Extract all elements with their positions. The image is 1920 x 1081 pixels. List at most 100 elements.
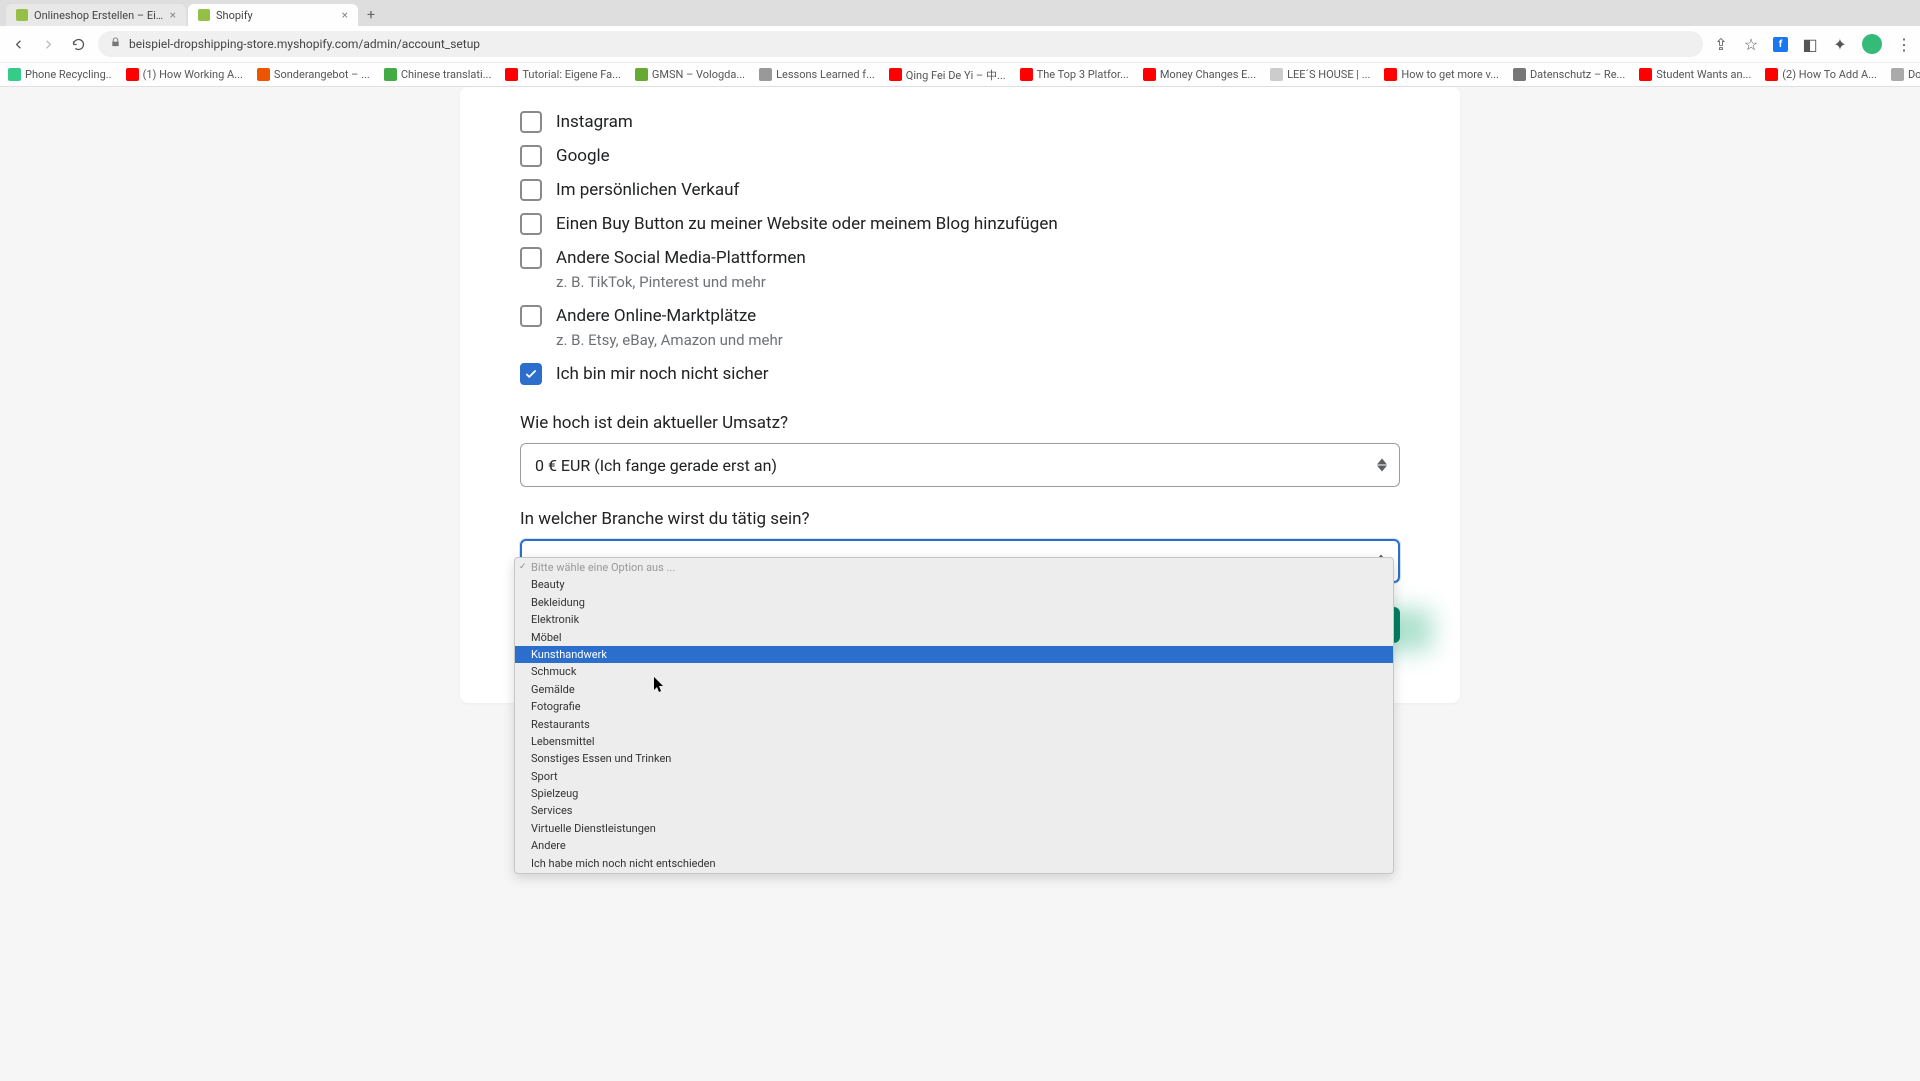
page-body: Instagram GoogleIm persönlichen Verkauf Ei… bbox=[0, 87, 1920, 1081]
bookmark-label: The Top 3 Platfor... bbox=[1037, 68, 1129, 81]
revenue-label: Wie hoch ist dein aktueller Umsatz? bbox=[520, 413, 1400, 433]
industry-label: In welcher Branche wirst du tätig sein? bbox=[520, 509, 1400, 529]
bookmark-item[interactable]: Lessons Learned f... bbox=[759, 68, 875, 81]
checkbox-row[interactable]: Einen Buy Button zu meiner Website oder … bbox=[520, 207, 1400, 241]
dropdown-option[interactable]: Lebensmittel bbox=[515, 733, 1393, 750]
dropdown-option[interactable]: Andere bbox=[515, 837, 1393, 854]
bookmark-favicon-icon bbox=[1891, 68, 1904, 81]
bookmark-item[interactable]: GMSN – Vologda... bbox=[635, 68, 745, 81]
dropdown-option[interactable]: Sport bbox=[515, 768, 1393, 785]
checkbox-sublabel: z. B. TikTok, Pinterest und mehr bbox=[556, 273, 1400, 291]
bookmark-item[interactable]: Tutorial: Eigene Fa... bbox=[505, 68, 621, 81]
bookmark-item[interactable]: LEE´S HOUSE | ... bbox=[1270, 68, 1370, 81]
extension-icon[interactable]: ◧ bbox=[1802, 36, 1818, 52]
dropdown-option[interactable]: Kunsthandwerk bbox=[515, 646, 1393, 663]
dropdown-option[interactable]: Spielzeug bbox=[515, 785, 1393, 802]
bookmark-favicon-icon bbox=[1384, 68, 1397, 81]
forward-button[interactable] bbox=[38, 34, 58, 54]
checkbox-box[interactable] bbox=[520, 305, 542, 327]
bookmark-favicon-icon bbox=[1270, 68, 1283, 81]
dropdown-option[interactable]: Restaurants bbox=[515, 716, 1393, 733]
bookmark-favicon-icon bbox=[635, 68, 648, 81]
checkbox-box[interactable] bbox=[520, 145, 542, 167]
checkbox-row[interactable]: Andere Online-Marktplätze bbox=[520, 299, 1400, 333]
dropdown-option[interactable]: Ich habe mich noch nicht entschieden bbox=[515, 855, 1393, 872]
bookmark-label: Download – Cooki... bbox=[1908, 68, 1920, 81]
dropdown-option[interactable]: Beauty bbox=[515, 576, 1393, 593]
bookmark-item[interactable]: Datenschutz – Re... bbox=[1513, 68, 1625, 81]
new-tab-button[interactable]: + bbox=[360, 4, 382, 26]
bookmark-label: Money Changes E... bbox=[1160, 68, 1256, 81]
dropdown-option[interactable]: Sonstiges Essen und Trinken bbox=[515, 750, 1393, 767]
dropdown-option[interactable]: Bekleidung bbox=[515, 594, 1393, 611]
checkbox-label: Andere Online-Marktplätze bbox=[556, 305, 756, 326]
bookmark-favicon-icon bbox=[257, 68, 270, 81]
bookmark-item[interactable]: Phone Recycling.. bbox=[8, 68, 112, 81]
checkbox-label: Instagram bbox=[556, 111, 633, 132]
star-icon[interactable]: ☆ bbox=[1743, 36, 1759, 52]
checkbox-row[interactable]: Im persönlichen Verkauf bbox=[520, 173, 1400, 207]
tab-bar: Onlineshop Erstellen – Einfac × Shopify … bbox=[0, 0, 1920, 26]
bookmark-item[interactable]: Download – Cooki... bbox=[1891, 68, 1920, 81]
checkbox-box[interactable] bbox=[520, 111, 542, 133]
bookmark-label: Student Wants an... bbox=[1656, 68, 1751, 81]
browser-chrome: Onlineshop Erstellen – Einfac × Shopify … bbox=[0, 0, 1920, 87]
share-icon[interactable]: ⇪ bbox=[1713, 36, 1729, 52]
checkbox-row[interactable]: Instagram bbox=[520, 105, 1400, 139]
bookmark-item[interactable]: Chinese translati... bbox=[384, 68, 492, 81]
checkbox-box[interactable] bbox=[520, 179, 542, 201]
checkbox-sublabel: z. B. Etsy, eBay, Amazon und mehr bbox=[556, 331, 1400, 349]
close-icon[interactable]: × bbox=[342, 8, 348, 22]
revenue-value: 0 € EUR (Ich fange gerade erst an) bbox=[535, 456, 777, 475]
bookmark-favicon-icon bbox=[1143, 68, 1156, 81]
checkbox-box[interactable] bbox=[520, 363, 542, 385]
dropdown-option[interactable]: Schmuck bbox=[515, 663, 1393, 680]
menu-icon[interactable]: ⋮ bbox=[1896, 36, 1912, 52]
close-icon[interactable]: × bbox=[170, 8, 176, 22]
checkbox-label: Andere Social Media-Plattformen bbox=[556, 247, 806, 268]
extensions-icon[interactable]: ✦ bbox=[1832, 36, 1848, 52]
back-button[interactable] bbox=[8, 34, 28, 54]
dropdown-option[interactable]: Services bbox=[515, 802, 1393, 819]
bookmark-label: Chinese translati... bbox=[401, 68, 492, 81]
checkbox-row[interactable]: Andere Social Media-Plattformen bbox=[520, 241, 1400, 275]
checkbox-row[interactable]: Ich bin mir noch nicht sicher bbox=[520, 357, 1400, 391]
shopify-favicon-icon bbox=[198, 9, 210, 21]
dropdown-option[interactable]: Möbel bbox=[515, 629, 1393, 646]
browser-tab-0[interactable]: Onlineshop Erstellen – Einfac × bbox=[6, 4, 186, 26]
dropdown-placeholder: ✓Bitte wähle eine Option aus ... bbox=[515, 559, 1393, 576]
bookmark-item[interactable]: Qing Fei De Yi – 中... bbox=[889, 67, 1006, 83]
checkbox-row[interactable]: Google bbox=[520, 139, 1400, 173]
checkbox-label: Einen Buy Button zu meiner Website oder … bbox=[556, 213, 1058, 234]
url-bar[interactable]: beispiel-dropshipping-store.myshopify.co… bbox=[98, 31, 1703, 57]
bookmark-label: (2) How To Add A... bbox=[1782, 68, 1877, 81]
revenue-select[interactable]: 0 € EUR (Ich fange gerade erst an) bbox=[520, 443, 1400, 487]
bookmark-favicon-icon bbox=[505, 68, 518, 81]
checkbox-box[interactable] bbox=[520, 247, 542, 269]
profile-avatar[interactable] bbox=[1862, 34, 1882, 54]
extension-facebook-icon[interactable]: f bbox=[1773, 37, 1788, 52]
bookmark-favicon-icon bbox=[126, 68, 139, 81]
bookmark-favicon-icon bbox=[759, 68, 772, 81]
bookmark-item[interactable]: (1) How Working A... bbox=[126, 68, 243, 81]
bookmark-item[interactable]: The Top 3 Platfor... bbox=[1020, 68, 1129, 81]
bookmark-item[interactable]: Money Changes E... bbox=[1143, 68, 1256, 81]
bookmark-favicon-icon bbox=[1020, 68, 1033, 81]
browser-toolbar: beispiel-dropshipping-store.myshopify.co… bbox=[0, 26, 1920, 62]
checkbox-box[interactable] bbox=[520, 213, 542, 235]
browser-tab-1[interactable]: Shopify × bbox=[188, 4, 358, 26]
dropdown-option[interactable]: Fotografie bbox=[515, 698, 1393, 715]
bookmark-item[interactable]: Student Wants an... bbox=[1639, 68, 1751, 81]
dropdown-option[interactable]: Elektronik bbox=[515, 611, 1393, 628]
bookmark-label: Lessons Learned f... bbox=[776, 68, 875, 81]
industry-dropdown[interactable]: ✓Bitte wähle eine Option aus ...BeautyBe… bbox=[514, 557, 1394, 874]
bookmark-label: Qing Fei De Yi – 中... bbox=[906, 67, 1006, 83]
bookmark-item[interactable]: Sonderangebot – ... bbox=[257, 68, 370, 81]
bookmark-item[interactable]: How to get more v... bbox=[1384, 68, 1499, 81]
dropdown-option[interactable]: Gemälde bbox=[515, 681, 1393, 698]
dropdown-option[interactable]: Virtuelle Dienstleistungen bbox=[515, 820, 1393, 837]
bookmark-label: LEE´S HOUSE | ... bbox=[1287, 68, 1370, 81]
bookmark-label: GMSN – Vologda... bbox=[652, 68, 745, 81]
reload-button[interactable] bbox=[68, 34, 88, 54]
bookmark-item[interactable]: (2) How To Add A... bbox=[1765, 68, 1877, 81]
